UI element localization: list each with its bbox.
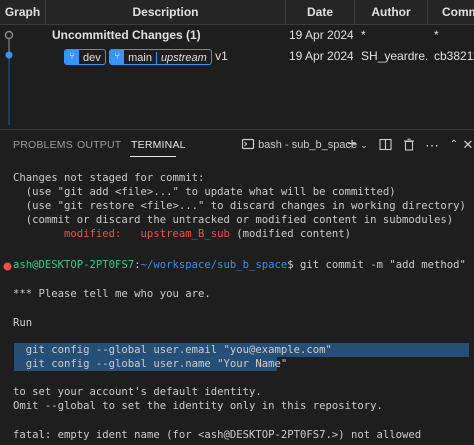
terminal-line: (use "git add <file>..." to update what … (13, 186, 396, 198)
column-header-author[interactable]: Author (355, 0, 428, 25)
terminal-line: (use "git restore <file>..." to discard … (13, 200, 466, 212)
terminal-line: modified: upstream_B_sub (modified conte… (13, 228, 352, 240)
new-terminal-icon[interactable]: + (345, 136, 359, 154)
terminal-selector[interactable]: bash - sub_b_space (241, 136, 357, 154)
column-header-commit[interactable]: Comm (428, 0, 474, 25)
row-commit: * (434, 28, 439, 42)
branch-icon: ⑂ (65, 49, 79, 64)
error-indicator-icon[interactable] (3, 262, 12, 271)
terminal-line: git config --global user.email "you@exam… (13, 344, 332, 356)
column-header-description[interactable]: Description (46, 0, 286, 25)
row-description: ⑂ dev ⑂ main upstream v1 (64, 45, 286, 67)
active-tab-indicator (130, 156, 176, 157)
terminal-output[interactable]: Changes not staged for commit: (use "git… (0, 160, 474, 445)
close-icon[interactable]: ✕ (462, 136, 474, 154)
terminal-line: fatal: empty ident name (for <ash@DESKTO… (13, 429, 422, 441)
terminal-name: bash - sub_b_space (258, 139, 358, 151)
tab-terminal[interactable]: TERMINAL (131, 139, 186, 151)
panel-tab-bar: PROBLEMS OUTPUT TERMINAL bash - sub_b_sp… (0, 130, 474, 160)
prompt-user: ash@DESKTOP-2PT0FS7 (13, 259, 135, 271)
terminal-icon (241, 138, 255, 150)
branch-icon: ⑂ (110, 49, 125, 64)
chevron-down-icon[interactable]: ⌄ (359, 136, 369, 154)
terminal-line: Changes not staged for commit: (13, 172, 205, 184)
prompt-command: $ git commit -m "add method" (287, 259, 466, 271)
tab-output[interactable]: OUTPUT (77, 139, 121, 151)
row-date: 19 Apr 2024... (289, 28, 353, 42)
git-graph-panel: Graph Description Date Author Comm Uncom… (0, 0, 474, 130)
terminal-line: *** Please tell me who you are. (13, 288, 211, 300)
row-description: Uncommitted Changes (1) (52, 28, 201, 42)
row-commit: cb38211 (434, 49, 474, 63)
trash-icon[interactable] (402, 136, 416, 154)
terminal-line: Run (13, 317, 33, 329)
row-date: 19 Apr 2024... (289, 49, 353, 63)
commit-message: v1 (215, 49, 228, 63)
prompt-path: ~/workspace/sub_b_space (140, 259, 288, 271)
terminal-line: (commit or discard the untracked or modi… (13, 214, 454, 226)
table-row[interactable]: ⑂dev ⑂mainupstream v1 19 Apr 2024... SH_… (0, 45, 474, 67)
column-header-date[interactable]: Date (286, 0, 355, 25)
column-header-graph[interactable]: Graph (0, 0, 46, 25)
tab-problems[interactable]: PROBLEMS (13, 139, 73, 151)
chevron-up-icon[interactable]: ⌃ (447, 136, 461, 154)
row-author: SH_yeardre... (361, 49, 427, 63)
command-prompt-line: ash@DESKTOP-2PT0FS7:~/workspace/sub_b_sp… (13, 259, 466, 271)
split-terminal-icon[interactable] (378, 136, 392, 154)
branch-ref-main[interactable]: ⑂ main upstream (109, 48, 212, 65)
terminal-line: git config --global user.name "Your Name… (13, 358, 288, 370)
terminal-line: to set your account's default identity. (13, 386, 262, 398)
row-author: * (361, 28, 366, 42)
terminal-line: Omit --global to set the identity only i… (13, 400, 383, 412)
more-actions-icon[interactable]: ⋯ (424, 136, 440, 154)
table-row[interactable]: Uncommitted Changes (1) 19 Apr 2024... *… (0, 24, 474, 46)
branch-ref-dev[interactable]: ⑂ dev (64, 48, 106, 65)
